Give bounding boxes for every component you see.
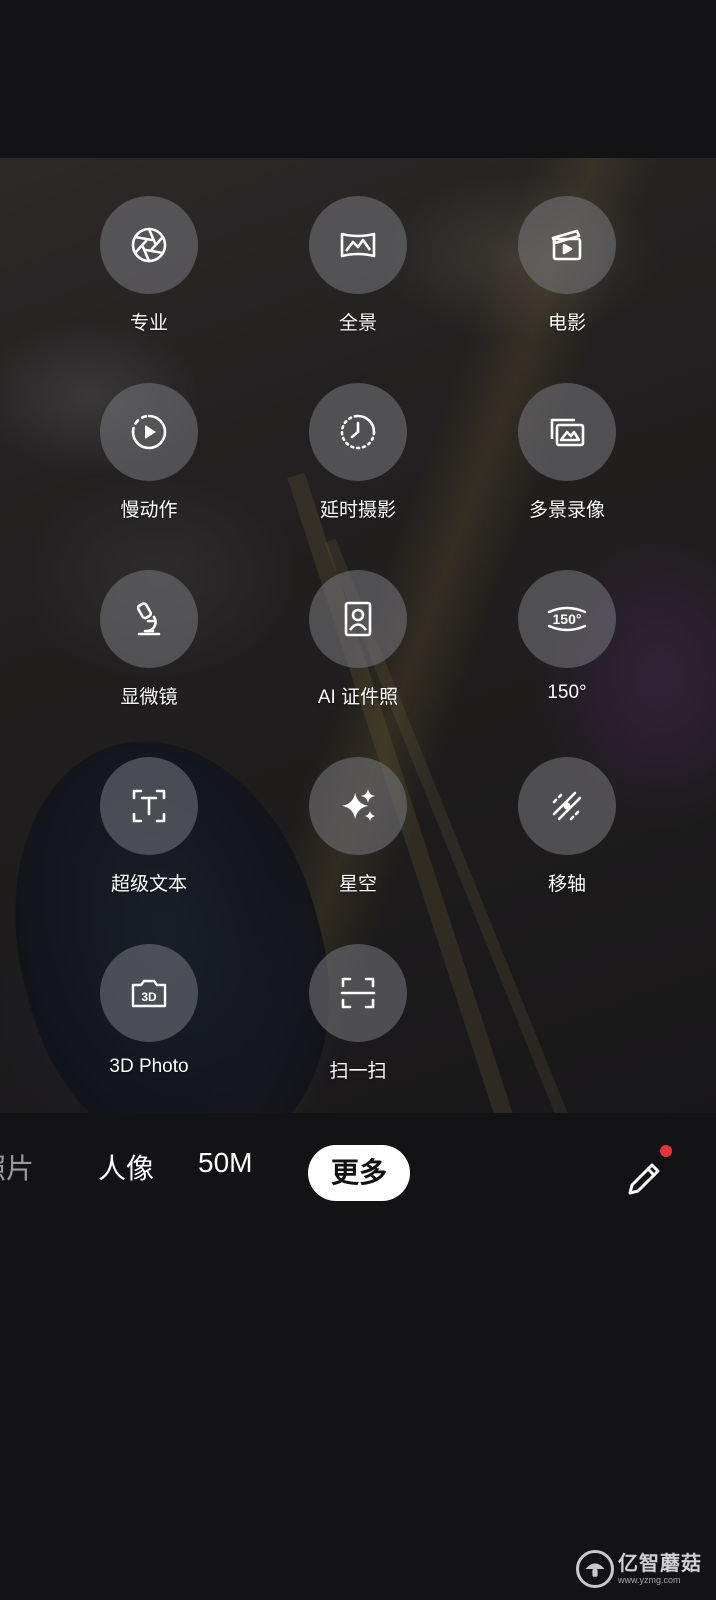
mode-button[interactable] xyxy=(100,383,198,481)
tab-portrait[interactable]: 人像 xyxy=(98,1147,154,1187)
mode-pro[interactable]: 专业 xyxy=(69,196,229,356)
edit-modes-button[interactable] xyxy=(620,1155,668,1203)
sparkle-icon xyxy=(341,789,375,821)
tab-more[interactable]: 更多 xyxy=(308,1145,411,1201)
pencil-icon xyxy=(628,1163,660,1195)
watermark-text: 亿智蘑菇 www.yzmg.com xyxy=(618,1553,702,1585)
timelapse-icon xyxy=(340,414,376,450)
mode-label: 慢动作 xyxy=(120,500,178,521)
mode-button[interactable] xyxy=(518,757,616,855)
mode-label: 超级文本 xyxy=(110,874,187,895)
mode-150[interactable]: 150° 150° xyxy=(487,570,647,730)
mode-button[interactable] xyxy=(100,757,198,855)
mode-label: 移轴 xyxy=(547,874,586,895)
mode-label: 150° xyxy=(547,682,587,703)
mode-scan[interactable]: 扫一扫 xyxy=(278,944,438,1104)
mode-label: 专业 xyxy=(129,313,168,334)
mode-microscope[interactable]: 显微镜 xyxy=(69,570,229,730)
watermark: 亿智蘑菇 www.yzmg.com xyxy=(576,1546,702,1592)
watermark-url: www.yzmg.com xyxy=(618,1575,681,1585)
mode-starry-sky[interactable]: 星空 xyxy=(278,757,438,917)
mode-slow-motion[interactable]: 慢动作 xyxy=(69,383,229,543)
scan-icon xyxy=(340,977,376,1009)
more-modes-grid: 专业 全景 电影 慢动作 延时摄影 多景录像 显微镜 AI 证件照 150° 1… xyxy=(0,158,716,1113)
mode-button[interactable] xyxy=(518,383,616,481)
mode-button[interactable] xyxy=(100,196,198,294)
mode-label: AI 证件照 xyxy=(317,687,399,708)
mode-label: 全景 xyxy=(338,313,377,334)
mode-label: 显微镜 xyxy=(120,687,178,708)
panorama-icon xyxy=(340,232,376,258)
camera-mode-bar: 照片 人像 50M 更多 xyxy=(0,1113,716,1237)
tab-photo[interactable]: 照片 xyxy=(0,1147,34,1187)
mode-panorama[interactable]: 全景 xyxy=(278,196,438,356)
notification-dot xyxy=(660,1145,672,1157)
mode-3d-photo[interactable]: 3D 3D Photo xyxy=(69,944,229,1104)
mode-label: 3D Photo xyxy=(109,1056,189,1077)
tab-50m[interactable]: 50M xyxy=(198,1147,252,1179)
mode-super-text[interactable]: 超级文本 xyxy=(69,757,229,917)
slow-motion-icon xyxy=(131,414,167,450)
mode-button[interactable]: 150° xyxy=(518,570,616,668)
mode-button[interactable] xyxy=(309,757,407,855)
mode-button[interactable] xyxy=(518,196,616,294)
clapperboard-icon xyxy=(551,229,582,261)
mode-button[interactable] xyxy=(309,944,407,1042)
mode-label: 电影 xyxy=(547,313,586,334)
mode-ai-id-photo[interactable]: AI 证件照 xyxy=(278,570,438,730)
mode-button[interactable] xyxy=(309,196,407,294)
mode-label: 星空 xyxy=(338,874,377,895)
tilt-shift-icon xyxy=(552,791,582,821)
3d-photo-icon: 3D xyxy=(131,979,167,1008)
mode-label: 多景录像 xyxy=(528,500,605,521)
mode-multi-scene[interactable]: 多景录像 xyxy=(487,383,647,543)
microscope-icon xyxy=(136,602,161,636)
wide-150-icon: 150° xyxy=(547,606,587,632)
mode-button[interactable] xyxy=(309,570,407,668)
text-scan-icon xyxy=(132,789,166,823)
mode-movie[interactable]: 电影 xyxy=(487,196,647,356)
svg-text:3D: 3D xyxy=(141,990,157,1004)
watermark-title: 亿智蘑菇 xyxy=(618,1553,702,1575)
mode-button[interactable] xyxy=(100,570,198,668)
mode-button[interactable]: 3D xyxy=(100,944,198,1042)
mode-label: 延时摄影 xyxy=(319,500,396,521)
mushroom-logo-icon xyxy=(576,1550,614,1588)
mode-tilt-shift[interactable]: 移轴 xyxy=(487,757,647,917)
mode-label: 扫一扫 xyxy=(329,1061,387,1082)
multi-scene-icon xyxy=(550,418,585,447)
mode-button[interactable] xyxy=(309,383,407,481)
id-photo-icon xyxy=(344,601,372,637)
aperture-icon xyxy=(131,227,167,263)
mode-timelapse[interactable]: 延时摄影 xyxy=(278,383,438,543)
svg-text:150°: 150° xyxy=(553,611,582,627)
